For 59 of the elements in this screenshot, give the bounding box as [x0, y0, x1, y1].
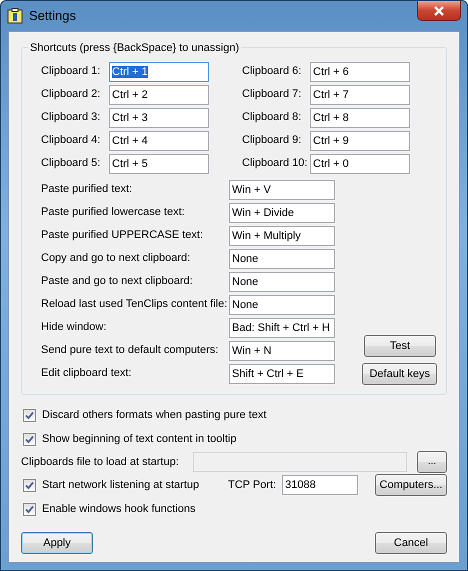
field-label: Clipboard 4:	[41, 133, 102, 148]
checkbox[interactable]	[23, 502, 36, 516]
field-label: Clipboard 8:	[242, 110, 302, 126]
shortcut-field[interactable]: Ctrl + 0	[310, 154, 410, 174]
shortcut-field[interactable]: Ctrl + 9	[310, 130, 410, 150]
shortcut-field[interactable]: Ctrl + 8	[310, 108, 410, 128]
field-label: Clipboards file to load at startup:	[21, 454, 179, 470]
push-button[interactable]: Cancel	[375, 532, 447, 554]
shortcut-field[interactable]: Ctrl + 4	[109, 130, 209, 150]
shortcut-field[interactable]: Ctrl + 3	[109, 108, 209, 128]
push-button[interactable]: Test	[364, 335, 436, 357]
field-label: Paste purified text:	[41, 182, 134, 198]
shortcut-field[interactable]: Win + Divide	[229, 202, 335, 222]
shortcut-field[interactable]: Ctrl + 5	[109, 154, 209, 174]
shortcut-field[interactable]: Ctrl + 2	[109, 84, 209, 104]
window-title: Settings	[29, 7, 76, 26]
shortcut-field[interactable]: Ctrl + 1	[109, 62, 209, 82]
field-label: Paste purified lowercase text:	[41, 205, 186, 220]
field-label: Paste and go to next clipboard:	[41, 274, 194, 290]
field-label: Copy and go to next clipboard:	[41, 251, 192, 266]
field-label: Clipboard 2:	[41, 87, 102, 102]
app-icon	[7, 8, 23, 24]
group-title: Shortcuts (press {BackSpace} to unassign)	[28, 40, 242, 56]
shortcut-field[interactable]: None	[229, 248, 335, 268]
field-label: Send pure text to default computers:	[41, 343, 220, 358]
shortcut-field[interactable]: Ctrl + 6	[310, 62, 410, 82]
field-label: Clipboard 1:	[41, 64, 102, 80]
field-label: Clipboard 10:	[242, 156, 308, 172]
port-field[interactable]: 31088	[282, 475, 358, 495]
field-label: Clipboard 5:	[41, 156, 102, 172]
shortcut-field[interactable]: Shift + Ctrl + E	[229, 364, 335, 384]
close-button[interactable]	[417, 1, 461, 21]
shortcut-field[interactable]: Ctrl + 7	[310, 84, 410, 104]
field-label: TCP Port:	[228, 478, 276, 493]
shortcut-field[interactable]: None	[229, 272, 335, 292]
field-label: Clipboard 6:	[242, 64, 302, 80]
shortcut-field[interactable]: Win + V	[229, 180, 335, 200]
shortcut-field[interactable]: Bad: Shift + Ctrl + H	[229, 318, 335, 338]
checkbox-label: Enable windows hook functions	[42, 502, 196, 517]
field-label: Paste purified UPPERCASE text:	[41, 228, 204, 244]
field-label: Clipboard 9:	[242, 133, 302, 148]
push-button[interactable]: Apply	[21, 532, 93, 554]
field-label: Clipboard 3:	[41, 110, 102, 126]
shortcut-field[interactable]: Win + N	[229, 340, 335, 360]
close-icon	[433, 6, 445, 16]
push-button[interactable]: Default keys	[362, 362, 437, 384]
field-label: Hide window:	[41, 320, 108, 336]
field-label: Edit clipboard text:	[41, 366, 132, 382]
field-label: Reload last used TenClips content file:	[41, 297, 228, 312]
field-label: Clipboard 7:	[242, 87, 302, 102]
checkbox-label: Start network listening at startup	[42, 478, 200, 493]
checkbox[interactable]	[23, 408, 36, 422]
computers-button[interactable]: Computers...	[375, 474, 447, 496]
checkbox[interactable]	[23, 432, 36, 446]
checkbox-label: Show beginning of text content in tooltip	[42, 432, 236, 447]
checkbox[interactable]	[23, 478, 36, 492]
checkbox-label: Discard others formats when pasting pure text	[42, 408, 266, 423]
shortcut-field[interactable]: None	[229, 294, 335, 314]
shortcut-field[interactable]: Win + Multiply	[229, 226, 335, 246]
